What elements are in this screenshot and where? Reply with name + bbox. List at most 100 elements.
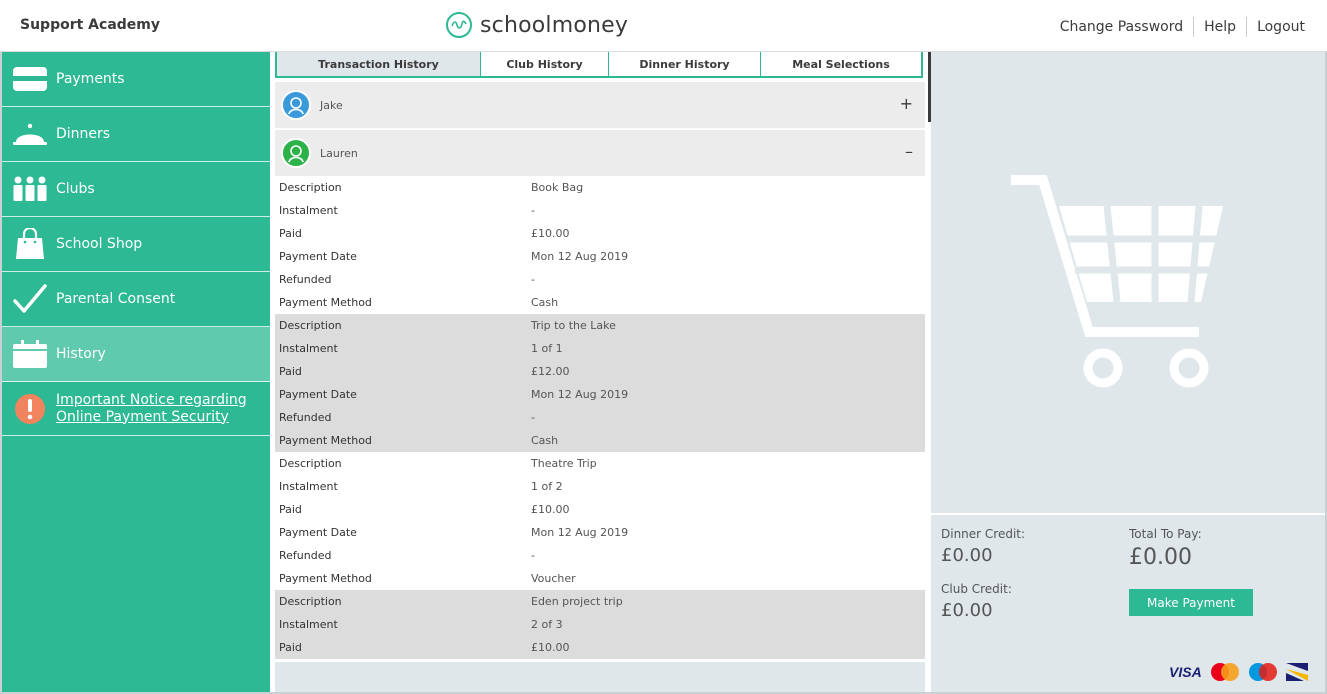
field-label: Payment Method xyxy=(279,296,372,309)
record-row: Payment Date Mon 12 Aug 2019 xyxy=(275,383,925,406)
cart-area xyxy=(931,52,1325,513)
record-row: Paid £10.00 xyxy=(275,222,925,245)
dinner-credit-label: Dinner Credit: xyxy=(941,527,1026,541)
list-footer xyxy=(275,662,925,692)
field-value: 1 of 2 xyxy=(531,480,563,493)
sidebar-item-label: Payments xyxy=(56,71,125,87)
field-label: Instalment xyxy=(279,342,338,355)
warning-icon xyxy=(8,389,52,429)
record-row: Payment Method Voucher xyxy=(275,567,925,590)
transaction-record: Description Eden project trip Instalment 2… xyxy=(275,590,925,659)
field-value: Cash xyxy=(531,296,559,309)
sidebar: Payments Dinners Clubs School Shop Paren… xyxy=(2,52,270,692)
sidebar-item-parental-consent[interactable]: Parental Consent xyxy=(2,272,270,327)
transaction-record: Description Trip to the Lake Instalment 1 … xyxy=(275,314,925,452)
record-row: Instalment 1 of 1 xyxy=(275,337,925,360)
notice-line-1: Important Notice regarding xyxy=(56,391,247,408)
logo-text: schoolmoney xyxy=(480,12,629,38)
field-label: Payment Method xyxy=(279,572,372,585)
field-label: Payment Date xyxy=(279,526,357,539)
sidebar-item-clubs[interactable]: Clubs xyxy=(2,162,270,217)
field-label: Description xyxy=(279,181,342,194)
record-row: Refunded - xyxy=(275,406,925,429)
field-label: Instalment xyxy=(279,204,338,217)
main-content: Transaction History Club History Dinner … xyxy=(270,52,931,692)
tab-club-history[interactable]: Club History xyxy=(481,52,609,76)
collapse-icon[interactable]: – xyxy=(905,142,913,161)
transaction-list: Description Book Bag Instalment - Paid £10.… xyxy=(275,176,925,662)
shopping-cart-icon xyxy=(1011,175,1223,388)
field-label: Payment Date xyxy=(279,388,357,401)
field-label: Refunded xyxy=(279,549,332,562)
field-value: - xyxy=(531,204,535,217)
field-value: Eden project trip xyxy=(531,595,623,608)
notice-line-2: Online Payment Security xyxy=(56,408,229,425)
record-row: Payment Date Mon 12 Aug 2019 xyxy=(275,245,925,268)
field-label: Refunded xyxy=(279,411,332,424)
help-link[interactable]: Help xyxy=(1194,19,1246,35)
tab-transaction-history[interactable]: Transaction History xyxy=(277,52,481,76)
child-name: Lauren xyxy=(320,146,358,160)
sidebar-item-label: Dinners xyxy=(56,126,111,142)
sidebar-item-history[interactable]: History xyxy=(2,327,270,382)
mastercard-logo xyxy=(1210,663,1239,681)
dinner-credit-value: £0.00 xyxy=(941,545,993,566)
field-label: Description xyxy=(279,457,342,470)
record-row: Paid £10.00 xyxy=(275,636,925,659)
history-tabs: Transaction History Club History Dinner … xyxy=(275,52,923,78)
child-row-jake[interactable]: Jake + xyxy=(275,82,925,128)
logout-link[interactable]: Logout xyxy=(1247,19,1315,35)
field-value: Theatre Trip xyxy=(531,457,597,470)
record-row: Instalment 1 of 2 xyxy=(275,475,925,498)
record-row: Refunded - xyxy=(275,544,925,567)
security-notice-link[interactable]: Important Notice regarding Online Paymen… xyxy=(56,392,247,426)
field-label: Refunded xyxy=(279,273,332,286)
field-value: Mon 12 Aug 2019 xyxy=(531,250,629,263)
sidebar-item-label: Parental Consent xyxy=(56,291,176,307)
record-row: Instalment 2 of 3 xyxy=(275,613,925,636)
sidebar-item-school-shop[interactable]: School Shop xyxy=(2,217,270,272)
child-row-lauren[interactable]: Lauren – xyxy=(275,130,925,176)
field-value: Book Bag xyxy=(531,181,584,194)
visa-delta-logo xyxy=(1285,663,1308,681)
field-value: Voucher xyxy=(531,572,576,585)
field-label: Payment Date xyxy=(279,250,357,263)
expand-icon[interactable]: + xyxy=(900,94,913,113)
change-password-link[interactable]: Change Password xyxy=(1050,19,1193,35)
field-value: Mon 12 Aug 2019 xyxy=(531,388,629,401)
tab-meal-selections[interactable]: Meal Selections xyxy=(761,52,921,76)
record-row: Payment Method Cash xyxy=(275,291,925,314)
field-label: Paid xyxy=(279,365,302,378)
field-label: Paid xyxy=(279,227,302,240)
record-row: Description Theatre Trip xyxy=(275,452,925,475)
record-row: Description Book Bag xyxy=(275,176,925,199)
field-label: Paid xyxy=(279,641,302,654)
logo[interactable]: schoolmoney xyxy=(446,7,628,43)
field-value: £10.00 xyxy=(531,227,570,240)
tab-dinner-history[interactable]: Dinner History xyxy=(609,52,761,76)
field-value: Trip to the Lake xyxy=(531,319,616,332)
make-payment-button[interactable]: Make Payment xyxy=(1129,589,1253,616)
sidebar-item-label: School Shop xyxy=(56,236,143,252)
field-label: Description xyxy=(279,319,342,332)
sidebar-item-payments[interactable]: Payments xyxy=(2,52,270,107)
field-label: Instalment xyxy=(279,618,338,631)
people-icon xyxy=(8,169,52,209)
sidebar-notice[interactable]: Important Notice regarding Online Paymen… xyxy=(2,382,270,436)
record-row: Refunded - xyxy=(275,268,925,291)
total-to-pay-value: £0.00 xyxy=(1129,545,1192,570)
club-credit-value: £0.00 xyxy=(941,600,993,621)
field-label: Description xyxy=(279,595,342,608)
field-label: Paid xyxy=(279,503,302,516)
record-row: Instalment - xyxy=(275,199,925,222)
record-row: Payment Method Cash xyxy=(275,429,925,452)
record-row: Paid £12.00 xyxy=(275,360,925,383)
field-value: Mon 12 Aug 2019 xyxy=(531,526,629,539)
record-row: Description Eden project trip xyxy=(275,590,925,613)
field-value: 2 of 3 xyxy=(531,618,563,631)
transaction-record: Description Theatre Trip Instalment 1 of 2… xyxy=(275,452,925,590)
sidebar-item-dinners[interactable]: Dinners xyxy=(2,107,270,162)
basket-panel: Dinner Credit: £0.00 Total To Pay: £0.00… xyxy=(931,52,1325,692)
avatar-lauren xyxy=(281,138,311,168)
transaction-record: Description Book Bag Instalment - Paid £10.… xyxy=(275,176,925,314)
